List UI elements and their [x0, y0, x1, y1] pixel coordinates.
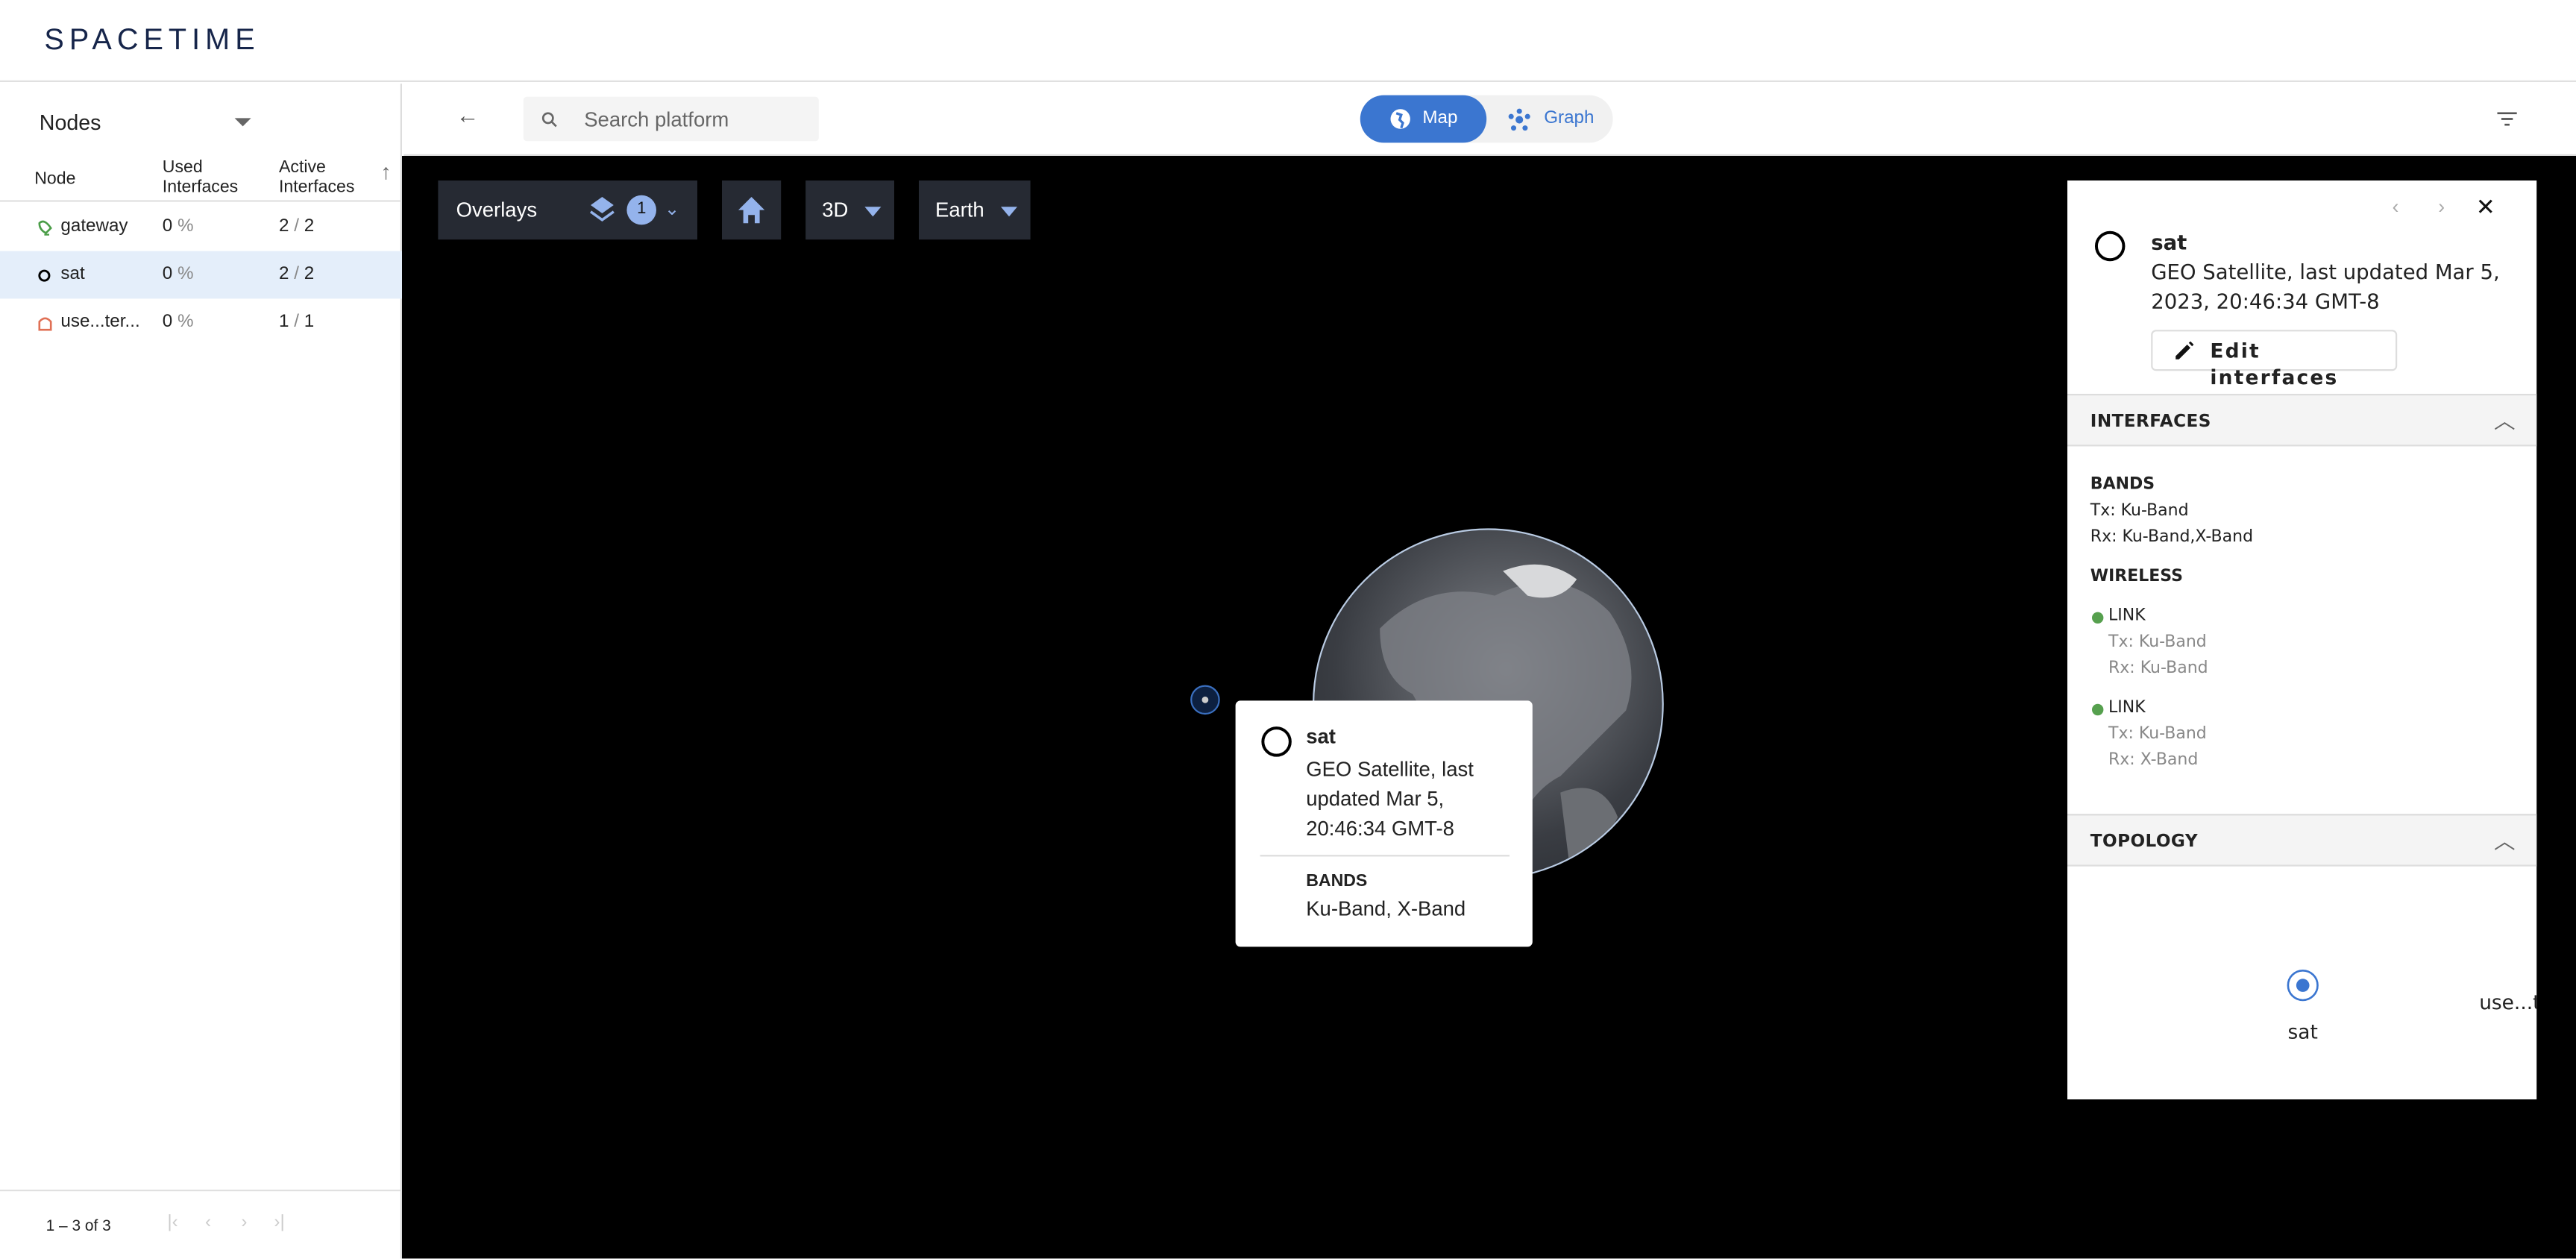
- nodes-title: Nodes: [39, 110, 101, 135]
- caret-down-icon: [1001, 207, 1017, 217]
- body-label: Earth: [935, 198, 984, 222]
- home-button[interactable]: [722, 180, 782, 240]
- user-terminal-icon: [38, 317, 52, 331]
- active-interfaces: 2 / 2: [279, 216, 315, 236]
- divider: [1260, 855, 1510, 857]
- nodes-panel: Nodes Node Used Interfaces Active Interfac…: [0, 84, 402, 1259]
- view-mode-dropdown[interactable]: 3D: [805, 180, 894, 240]
- back-arrow-icon[interactable]: ←: [456, 101, 480, 128]
- node-name: use...ter...: [60, 312, 140, 332]
- graph-view-button[interactable]: Graph: [1486, 95, 1612, 143]
- table-row[interactable]: use...ter... 0 % 1 / 1: [0, 298, 402, 346]
- satellite-icon: [38, 269, 51, 282]
- pencil-icon: [2176, 341, 2194, 360]
- caret-down-icon: [864, 207, 882, 217]
- status-dot-icon: [2092, 612, 2104, 624]
- bands-label: BANDS: [2090, 476, 2155, 495]
- column-active-interfaces[interactable]: Active Interfaces: [279, 157, 354, 197]
- prev-page-icon[interactable]: ‹: [205, 1213, 211, 1232]
- node-name: sat: [60, 264, 85, 284]
- map-label: Map: [1422, 108, 1458, 128]
- column-node[interactable]: Node: [34, 169, 75, 189]
- tooltip-description: GEO Satellite, last updated Mar 5, 20:46:3…: [1306, 758, 1474, 841]
- bands-value: Ku-Band, X-Band: [1306, 897, 1466, 921]
- logo: SPACETIME: [44, 22, 260, 56]
- app-header: SPACETIME: [0, 0, 2576, 82]
- topology-node-sat[interactable]: [2286, 968, 2320, 1002]
- satellite-icon: [2094, 230, 2126, 262]
- overlays-dropdown[interactable]: Overlays 1 ⌄: [438, 180, 697, 240]
- topology-section-header[interactable]: TOPOLOGY ︿: [2067, 814, 2537, 867]
- close-icon[interactable]: ✕: [2476, 194, 2495, 222]
- prev-icon[interactable]: ‹: [2393, 195, 2399, 219]
- wireless-label: WIRELESS: [2090, 568, 2183, 586]
- chevron-up-icon: ︿: [2494, 408, 2516, 433]
- next-icon[interactable]: ›: [2438, 195, 2445, 219]
- used-interfaces: 0 %: [162, 216, 194, 236]
- first-page-icon[interactable]: |‹: [167, 1213, 178, 1232]
- topology-graph[interactable]: sat use...t: [2067, 868, 2536, 1099]
- active-interfaces: 2 / 2: [279, 264, 315, 284]
- overlay-count-badge: 1: [626, 195, 656, 225]
- graph-icon: [1508, 108, 1530, 131]
- search-input[interactable]: Search platform: [523, 96, 819, 142]
- last-page-icon[interactable]: ›|: [274, 1213, 284, 1232]
- used-interfaces: 0 %: [162, 264, 194, 284]
- overlays-label: Overlays: [456, 198, 538, 222]
- satellite-marker[interactable]: [1190, 684, 1221, 715]
- table-header: Node Used Interfaces Active Interfaces ↑: [0, 156, 402, 202]
- search-placeholder: Search platform: [584, 108, 729, 131]
- node-name: gateway: [60, 216, 128, 236]
- map-view-button[interactable]: Map: [1360, 95, 1487, 143]
- satellite-icon: [1261, 726, 1292, 757]
- graph-label: Graph: [1544, 108, 1595, 128]
- table-row[interactable]: sat 0 % 2 / 2: [0, 251, 402, 299]
- chevron-down-icon: ⌄: [665, 200, 680, 220]
- active-interfaces: 1 / 1: [279, 312, 315, 332]
- tooltip-title: sat: [1306, 725, 1336, 749]
- chevron-up-icon: ︿: [2494, 829, 2516, 853]
- link-item[interactable]: LINK Tx: Ku-Band Rx: X-Band: [2090, 696, 2207, 775]
- body-dropdown[interactable]: Earth: [919, 180, 1031, 240]
- table-row[interactable]: gateway 0 % 2 / 2: [0, 204, 402, 251]
- sort-ascending-icon[interactable]: ↑: [380, 159, 391, 183]
- satellite-tooltip: sat GEO Satellite, last updated Mar 5, 20:…: [1235, 700, 1533, 947]
- gateway-icon: [38, 220, 52, 236]
- layers-icon: [589, 197, 615, 222]
- search-icon: [541, 112, 557, 128]
- nodes-dropdown-icon[interactable]: [234, 118, 251, 127]
- column-used-interfaces[interactable]: Used Interfaces: [163, 157, 238, 197]
- next-page-icon[interactable]: ›: [241, 1213, 247, 1232]
- topology-node-label[interactable]: use...t: [2479, 990, 2536, 1016]
- filter-icon[interactable]: [2497, 112, 2517, 127]
- topology-node-label: sat: [2287, 1020, 2318, 1044]
- interfaces-section-header[interactable]: INTERFACES ︿: [2067, 394, 2537, 447]
- bands-rx: Rx: Ku-Band,X-Band: [2090, 528, 2254, 547]
- view-toggle: Map Graph: [1360, 95, 1613, 143]
- toolbar: ← Search platform Map Graph: [403, 84, 2576, 156]
- status-dot-icon: [2092, 703, 2104, 716]
- detail-panel: ‹ › ✕ sat GEO Satellite, last updated Ma…: [2067, 180, 2537, 1099]
- pagination-range: 1 – 3 of 3: [45, 1217, 111, 1236]
- bands-label: BANDS: [1306, 871, 1368, 891]
- detail-description: GEO Satellite, last updated Mar 5, 2023, …: [2151, 259, 2500, 314]
- edit-interfaces-button[interactable]: Edit interfaces: [2151, 330, 2398, 389]
- detail-title: sat: [2151, 230, 2187, 254]
- used-interfaces: 0 %: [162, 312, 194, 332]
- home-icon: [738, 197, 765, 224]
- globe-icon: [1390, 109, 1410, 129]
- bands-tx: Tx: Ku-Band: [2090, 502, 2189, 521]
- pagination: 1 – 3 of 3 |‹ ‹ › ›|: [0, 1190, 402, 1258]
- view-mode-label: 3D: [822, 198, 849, 222]
- link-item[interactable]: LINK Tx: Ku-Band Rx: Ku-Band: [2090, 604, 2208, 683]
